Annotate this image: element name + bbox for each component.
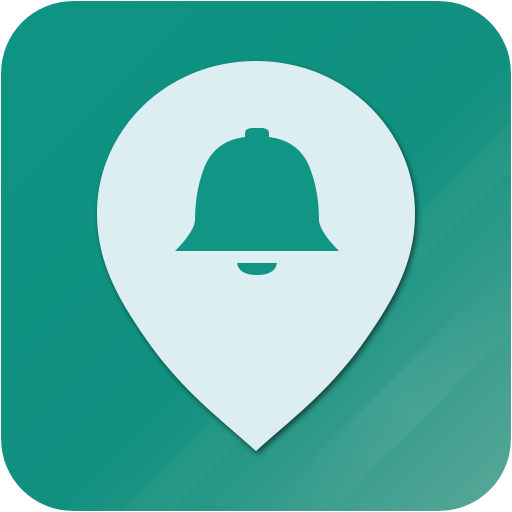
app-icon[interactable] bbox=[1, 1, 511, 511]
app-icon-graphic bbox=[1, 1, 511, 511]
